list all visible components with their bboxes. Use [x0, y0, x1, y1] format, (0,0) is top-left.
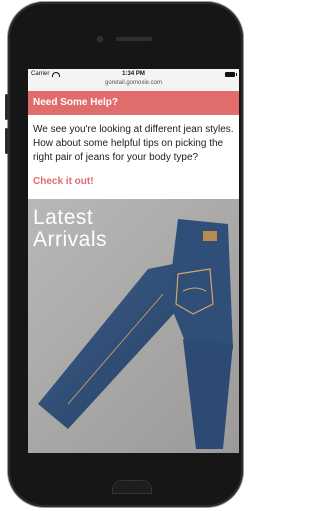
check-it-out-link[interactable]: Check it out!	[33, 175, 234, 189]
address-bar-url[interactable]: goretail.gomoxie.com	[28, 80, 239, 86]
help-message: We see you're looking at different jean …	[33, 124, 234, 163]
phone-screen: Carrier 1:34 PM goretail.gomoxie.com Nee…	[28, 69, 239, 453]
status-bar: Carrier 1:34 PM goretail.gomoxie.com	[28, 69, 239, 91]
battery-icon	[225, 72, 237, 77]
help-banner-title: Need Some Help?	[28, 91, 239, 115]
leather-patch	[203, 231, 217, 241]
home-button[interactable]	[112, 480, 152, 494]
volume-down-button	[5, 128, 8, 154]
help-banner-body: We see you're looking at different jean …	[28, 115, 239, 195]
hero-title-line1: Latest	[33, 206, 94, 229]
volume-up-button	[5, 94, 8, 120]
hero-title-line2: Arrivals	[33, 228, 108, 251]
jeans-leg-lower	[183, 339, 233, 449]
hero-title: Latest Arrivals	[33, 207, 107, 251]
latest-arrivals-banner[interactable]: Latest Arrivals	[28, 199, 239, 453]
front-camera	[97, 36, 103, 42]
earpiece-speaker	[116, 37, 152, 41]
status-time: 1:34 PM	[122, 71, 145, 77]
